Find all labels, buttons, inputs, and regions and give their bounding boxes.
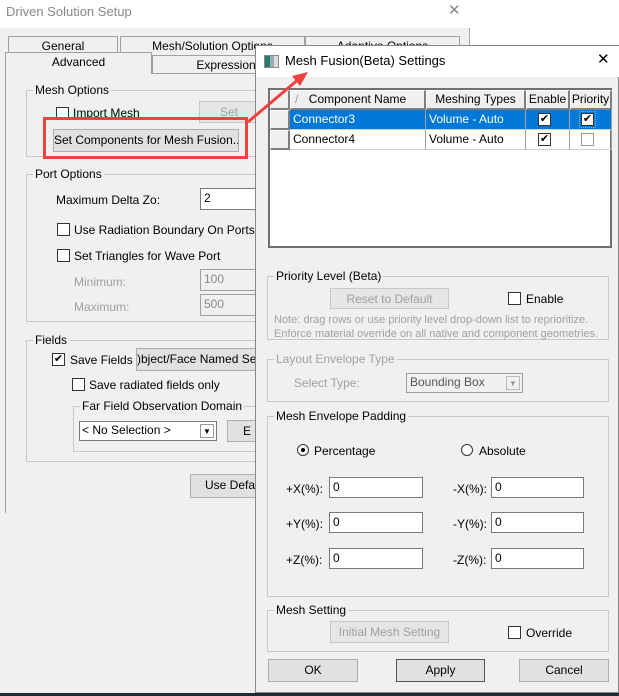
save-fields-checkbox[interactable]: ✔ [52, 353, 65, 366]
chevron-down-icon: ▼ [200, 424, 214, 438]
percentage-label: Percentage [314, 444, 376, 458]
initial-mesh-setting-button[interactable]: Initial Mesh Setting [330, 621, 449, 643]
chevron-down-icon: ▼ [506, 376, 520, 390]
plus-x-input[interactable]: 0 [329, 477, 423, 498]
cancel-button[interactable]: Cancel [519, 659, 609, 682]
absolute-label: Absolute [479, 444, 526, 458]
maximum-label: Maximum: [74, 300, 130, 314]
set-triangles-checkbox[interactable] [57, 249, 70, 262]
minus-y-label: -Y(%): [453, 517, 487, 531]
far-field-select[interactable]: < No Selection > ▼ [79, 421, 217, 441]
save-fields-label: Save Fields [70, 353, 133, 367]
minus-y-input[interactable]: 0 [491, 512, 584, 533]
reset-to-default-button[interactable]: Reset to Default [330, 288, 449, 309]
select-type-dropdown[interactable]: Bounding Box ▼ [406, 373, 523, 393]
select-type-label: Select Type: [294, 376, 360, 390]
highlight-arrow [247, 72, 308, 124]
plus-y-label: +Y(%): [286, 517, 324, 531]
absolute-radio[interactable] [461, 444, 473, 456]
use-radiation-label: Use Radiation Boundary On Ports [74, 223, 255, 237]
priority-enable-label: Enable [526, 292, 564, 306]
override-checkbox[interactable] [508, 626, 521, 639]
named-selection-button[interactable]: )bject/Face Named Sele [136, 348, 266, 371]
minus-x-input[interactable]: 0 [491, 477, 584, 498]
plus-x-label: +X(%): [286, 482, 324, 496]
minus-z-label: -Z(%): [453, 553, 487, 567]
percentage-radio[interactable] [297, 444, 309, 456]
priority-note-line2: Enforce material override on all native … [274, 328, 599, 340]
apply-button[interactable]: Apply [396, 659, 485, 682]
ok-button[interactable]: OK [268, 659, 358, 682]
override-label: Override [526, 626, 573, 640]
minimum-label: Minimum: [74, 275, 127, 289]
set-triangles-label: Set Triangles for Wave Port [74, 249, 221, 263]
minus-x-label: -X(%): [453, 482, 487, 496]
use-radiation-checkbox[interactable] [57, 223, 70, 236]
plus-y-input[interactable]: 0 [329, 512, 423, 533]
plus-z-label: +Z(%): [286, 553, 323, 567]
minimum-input[interactable]: 100 [200, 269, 260, 291]
plus-z-input[interactable]: 0 [329, 548, 423, 569]
priority-note-line1: Note: drag rows or use priority level dr… [274, 314, 589, 326]
maximum-input[interactable]: 500 [200, 294, 260, 316]
minus-z-input[interactable]: 0 [491, 548, 584, 569]
save-radiated-checkbox[interactable] [72, 378, 85, 391]
priority-enable-checkbox[interactable] [508, 292, 521, 305]
save-radiated-label: Save radiated fields only [89, 378, 220, 392]
